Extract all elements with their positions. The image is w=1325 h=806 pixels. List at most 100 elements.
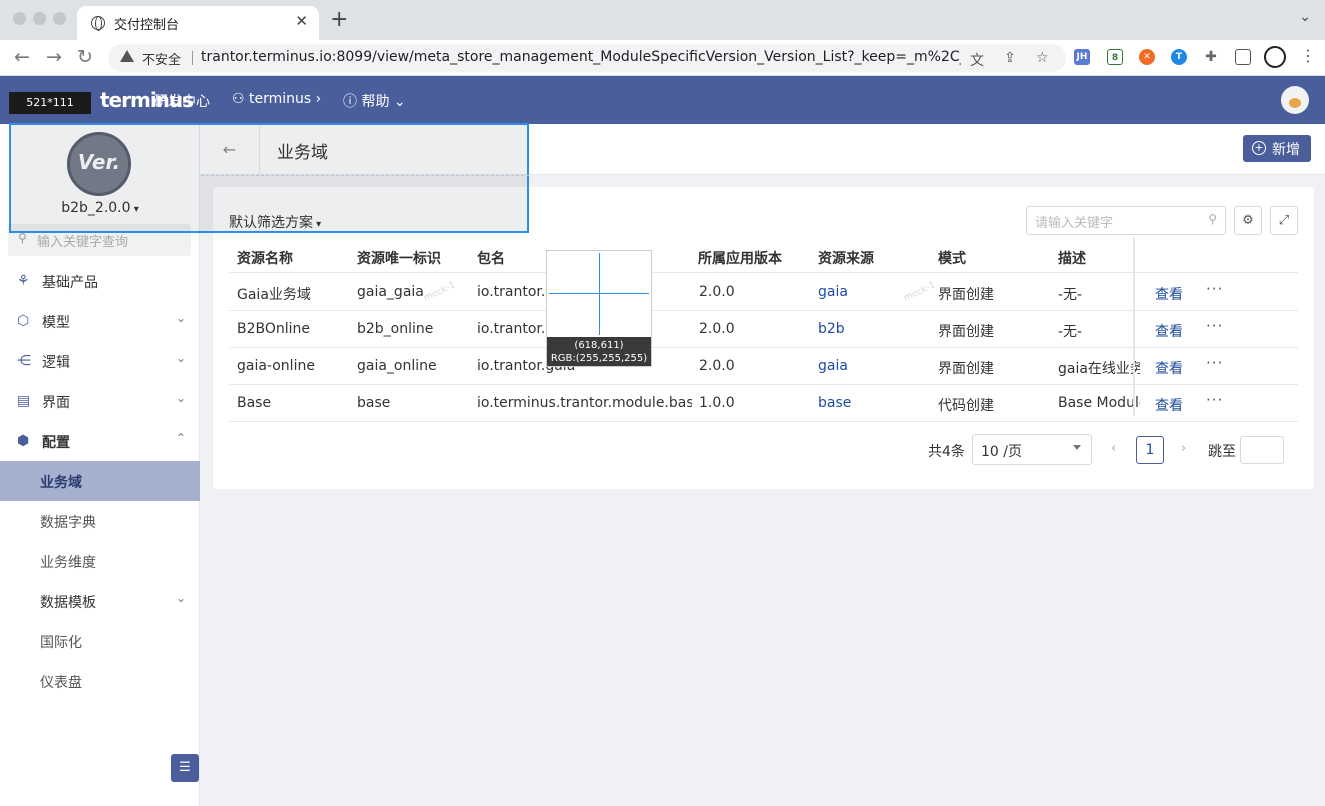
table-search-input[interactable]: 请输入关键字 ⚲ bbox=[1026, 206, 1226, 235]
sidebar-item-ui[interactable]: ▤ 界面 ⌄ bbox=[0, 381, 200, 421]
nav-dev-center[interactable]: 研发中心 bbox=[154, 91, 210, 111]
next-page-icon[interactable]: › bbox=[1181, 441, 1186, 456]
view-link[interactable]: 查看 bbox=[1155, 395, 1183, 415]
collapse-sidebar-icon[interactable]: ☰ bbox=[171, 754, 199, 782]
window-maximize-dot[interactable] bbox=[53, 12, 66, 25]
address-bar[interactable]: 不安全 trantor.terminus.io:8099/view/meta_s… bbox=[108, 44, 1066, 72]
browser-tab[interactable]: 交付控制台 ✕ bbox=[77, 6, 319, 40]
tab-search-chevron-icon[interactable]: ⌄ bbox=[1299, 9, 1311, 25]
nav-user[interactable]: ⚇ terminus › bbox=[232, 91, 321, 107]
more-actions-icon[interactable]: ··· bbox=[1206, 391, 1223, 409]
share-icon[interactable]: ⇪ bbox=[1004, 50, 1016, 66]
sidebar-item-data-template[interactable]: 数据模板 ⌄ bbox=[0, 581, 200, 621]
page-size-select[interactable]: 10 /页 bbox=[972, 434, 1092, 465]
bookmark-star-icon[interactable]: ☆ bbox=[1036, 50, 1049, 66]
window-close-dot[interactable] bbox=[13, 12, 26, 25]
more-actions-icon[interactable]: ··· bbox=[1206, 280, 1223, 298]
translate-icon[interactable]: 文 bbox=[970, 50, 984, 70]
column-header-name: 资源名称 bbox=[237, 251, 293, 267]
table-row[interactable]: gaia-online gaia_online io.trantor.gaia … bbox=[229, 348, 1298, 385]
chevron-down-icon: ⌄ bbox=[175, 591, 186, 605]
cell-version: 2.0.0 bbox=[699, 358, 735, 374]
sidebar-item-base-product[interactable]: ⚘ 基础产品 bbox=[0, 261, 200, 301]
view-link[interactable]: 查看 bbox=[1155, 358, 1183, 378]
new-tab-icon[interactable]: + bbox=[330, 7, 348, 32]
cell-name: gaia-online bbox=[237, 358, 315, 374]
sidebar-item-data-dict[interactable]: 数据字典 bbox=[0, 501, 200, 541]
sidebar-item-label: 模型 bbox=[42, 315, 70, 331]
orange-extension-icon[interactable]: ✕ bbox=[1139, 49, 1155, 65]
table-row[interactable]: Gaia业务域 gaia_gaia io.trantor.g 2.0.0 gai… bbox=[229, 274, 1298, 311]
sidebar-item-model[interactable]: ⬡ 模型 ⌄ bbox=[0, 301, 200, 341]
cell-mode: 界面创建 bbox=[938, 324, 994, 340]
sidebar-item-label: 仪表盘 bbox=[40, 675, 82, 691]
column-header-mode: 模式 bbox=[938, 251, 966, 267]
puzzle-extensions-icon[interactable]: ✚ bbox=[1203, 49, 1219, 65]
cell-mode: 代码创建 bbox=[938, 398, 994, 414]
chevron-down-icon: ⌄ bbox=[389, 94, 406, 110]
reload-icon[interactable]: ↻ bbox=[77, 46, 93, 68]
sidebar-item-logic[interactable]: ⋲ 逻辑 ⌄ bbox=[0, 341, 200, 381]
sidepanel-icon[interactable] bbox=[1235, 49, 1251, 65]
url-text[interactable]: trantor.terminus.io:8099/view/meta_store… bbox=[201, 49, 961, 65]
tab-close-icon[interactable]: ✕ bbox=[295, 12, 308, 30]
table-row[interactable]: Base base io.terminus.trantor.module.bas… bbox=[229, 385, 1298, 422]
cell-key: b2b_online bbox=[357, 321, 434, 337]
pagination-total: 共4条 bbox=[928, 444, 965, 460]
table-header-divider bbox=[229, 272, 1298, 273]
column-header-package: 包名 bbox=[477, 251, 505, 267]
nav-user-label: terminus bbox=[249, 91, 312, 107]
browser-menu-icon[interactable]: ⋮ bbox=[1300, 46, 1316, 65]
back-arrow-icon[interactable]: ← bbox=[14, 46, 30, 68]
screenshot-selection-rect[interactable] bbox=[9, 123, 529, 233]
magnifier-rgb: RGB:(255,255,255) bbox=[550, 353, 648, 364]
more-actions-icon[interactable]: ··· bbox=[1206, 317, 1223, 335]
crosshair-horizontal bbox=[549, 293, 649, 294]
chevron-down-icon: ⌄ bbox=[175, 351, 186, 365]
app-header: terminus 研发中心 ⚇ terminus › ⓘ 帮助 ⌄ bbox=[0, 76, 1325, 124]
view-link[interactable]: 查看 bbox=[1155, 321, 1183, 341]
green-extension-icon[interactable]: 8 bbox=[1107, 49, 1123, 65]
table-row[interactable]: B2BOnline b2b_online io.trantor.b 2.0.0 … bbox=[229, 311, 1298, 348]
cell-source-link[interactable]: gaia bbox=[818, 358, 928, 374]
sidebar-item-dashboard[interactable]: 仪表盘 bbox=[0, 661, 200, 701]
forward-arrow-icon[interactable]: → bbox=[46, 46, 62, 68]
jump-page-input[interactable] bbox=[1240, 436, 1284, 464]
cell-source-link[interactable]: b2b bbox=[818, 321, 928, 337]
sidebar-item-label: 基础产品 bbox=[42, 275, 98, 291]
fixed-column-shadow bbox=[1133, 238, 1135, 416]
crosshair-vertical bbox=[599, 253, 600, 335]
globe-icon bbox=[91, 16, 105, 31]
sidebar-item-config[interactable]: ⬢ 配置 ⌃ bbox=[0, 421, 200, 461]
chevron-up-icon: ⌃ bbox=[175, 431, 186, 445]
table-search-placeholder: 请输入关键字 bbox=[1035, 216, 1114, 231]
user-avatar[interactable] bbox=[1281, 86, 1309, 114]
view-link[interactable]: 查看 bbox=[1155, 284, 1183, 304]
share-nodes-icon: ⋲ bbox=[17, 353, 31, 369]
layout-icon: ▤ bbox=[17, 393, 31, 409]
blue-extension-icon[interactable]: T bbox=[1171, 49, 1187, 65]
profile-avatar-icon[interactable] bbox=[1264, 46, 1286, 68]
window-minimize-dot[interactable] bbox=[33, 12, 46, 25]
nav-help[interactable]: ⓘ 帮助 ⌄ bbox=[343, 91, 406, 111]
sidebar-item-business-domain[interactable]: 业务域 bbox=[0, 461, 200, 501]
cell-name: Gaia业务域 bbox=[237, 287, 311, 303]
jh-extension-icon[interactable]: JH bbox=[1074, 49, 1090, 65]
color-picker-magnifier: (618,611) RGB:(255,255,255) bbox=[546, 250, 652, 367]
column-settings-icon[interactable]: ⚙ bbox=[1234, 206, 1262, 235]
page-number-current[interactable]: 1 bbox=[1136, 436, 1164, 464]
nav-help-label: 帮助 bbox=[361, 94, 390, 110]
sidebar-item-label: 逻辑 bbox=[42, 355, 70, 371]
add-button[interactable]: + 新增 bbox=[1243, 135, 1311, 162]
fullscreen-icon[interactable]: ⤢ bbox=[1270, 206, 1298, 235]
cell-desc: -无- bbox=[1058, 287, 1083, 303]
security-label[interactable]: 不安全 bbox=[142, 49, 181, 68]
cell-source-link[interactable]: base bbox=[818, 395, 928, 411]
sidebar-item-business-dimension[interactable]: 业务维度 bbox=[0, 541, 200, 581]
prev-page-icon[interactable]: ‹ bbox=[1111, 441, 1116, 456]
sidebar-item-label: 数据字典 bbox=[40, 515, 96, 531]
sidebar-item-i18n[interactable]: 国际化 bbox=[0, 621, 200, 661]
cell-package: io.terminus.trantor.module.base bbox=[477, 395, 692, 411]
more-actions-icon[interactable]: ··· bbox=[1206, 354, 1223, 372]
cell-name: Base bbox=[237, 395, 272, 411]
